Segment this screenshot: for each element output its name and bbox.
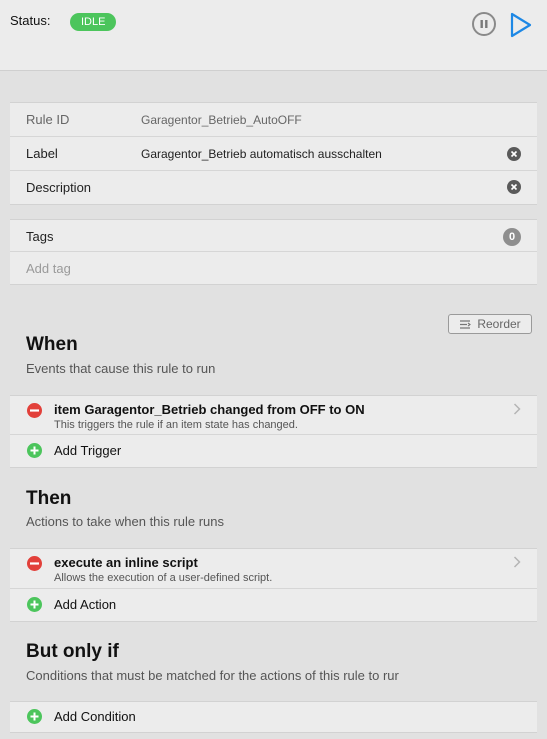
add-condition-icon[interactable]	[27, 709, 42, 724]
add-condition-label[interactable]: Add Condition	[54, 709, 136, 724]
play-icon[interactable]	[509, 12, 533, 38]
tags-row: Tags 0	[10, 220, 537, 252]
status-badge: IDLE	[70, 13, 117, 31]
description-field-label: Description	[26, 180, 92, 195]
tags-card: Tags 0 Add tag	[10, 219, 537, 285]
chevron-right-icon	[513, 403, 521, 415]
remove-action-icon[interactable]	[27, 556, 42, 571]
tags-count-badge: 0	[503, 228, 521, 246]
add-trigger-label[interactable]: Add Trigger	[54, 443, 121, 458]
rule-id-row: Rule ID Garagentor_Betrieb_AutoOFF	[10, 103, 537, 137]
action-module-description: Allows the execution of a user-defined s…	[54, 572, 273, 584]
then-card: execute an inline script Allows the exec…	[10, 548, 537, 622]
clear-description-icon[interactable]	[507, 180, 521, 194]
add-tag-input[interactable]: Add tag	[26, 261, 71, 276]
but-only-if-title: But only if	[26, 641, 119, 662]
rule-id-value: Garagentor_Betrieb_AutoOFF	[141, 113, 302, 127]
when-subtitle: Events that cause this rule to run	[26, 361, 216, 376]
label-row[interactable]: Label Garagentor_Betrieb automatisch aus…	[10, 137, 537, 171]
pause-circle-icon[interactable]	[472, 12, 496, 36]
chevron-right-icon	[513, 556, 521, 568]
reorder-button[interactable]: Reorder	[448, 314, 532, 334]
add-condition-row[interactable]: Add Condition	[10, 702, 537, 732]
add-trigger-row[interactable]: Add Trigger	[10, 435, 537, 467]
status-label: Status:	[10, 13, 51, 28]
rule-id-label: Rule ID	[26, 112, 70, 127]
when-title: When	[26, 334, 78, 355]
but-only-if-subtitle: Conditions that must be matched for the …	[26, 668, 399, 683]
add-trigger-icon[interactable]	[27, 443, 42, 458]
add-action-icon[interactable]	[27, 597, 42, 612]
action-module-row[interactable]: execute an inline script Allows the exec…	[10, 549, 537, 589]
description-row[interactable]: Description	[10, 171, 537, 204]
remove-trigger-icon[interactable]	[27, 403, 42, 418]
add-action-label[interactable]: Add Action	[54, 597, 116, 612]
tags-label: Tags	[26, 229, 54, 244]
then-title: Then	[26, 488, 72, 509]
then-subtitle: Actions to take when this rule runs	[26, 514, 224, 529]
add-action-row[interactable]: Add Action	[10, 589, 537, 621]
when-card: item Garagentor_Betrieb changed from OFF…	[10, 395, 537, 468]
clear-label-icon[interactable]	[507, 147, 521, 161]
reorder-label: Reorder	[477, 317, 521, 331]
trigger-module-title: item Garagentor_Betrieb changed from OFF…	[54, 402, 365, 417]
but-only-if-card: Add Condition	[10, 701, 537, 733]
label-field-label: Label	[26, 146, 58, 161]
rule-fields-card: Rule ID Garagentor_Betrieb_AutoOFF Label…	[10, 102, 537, 205]
action-module-title: execute an inline script	[54, 555, 198, 570]
reorder-icon	[460, 319, 472, 329]
status-bar: Status: IDLE	[0, 0, 547, 71]
label-field-input[interactable]: Garagentor_Betrieb automatisch ausschalt…	[141, 147, 382, 161]
trigger-module-row[interactable]: item Garagentor_Betrieb changed from OFF…	[10, 396, 537, 435]
trigger-module-description: This triggers the rule if an item state …	[54, 419, 298, 431]
add-tag-row[interactable]: Add tag	[10, 252, 537, 284]
